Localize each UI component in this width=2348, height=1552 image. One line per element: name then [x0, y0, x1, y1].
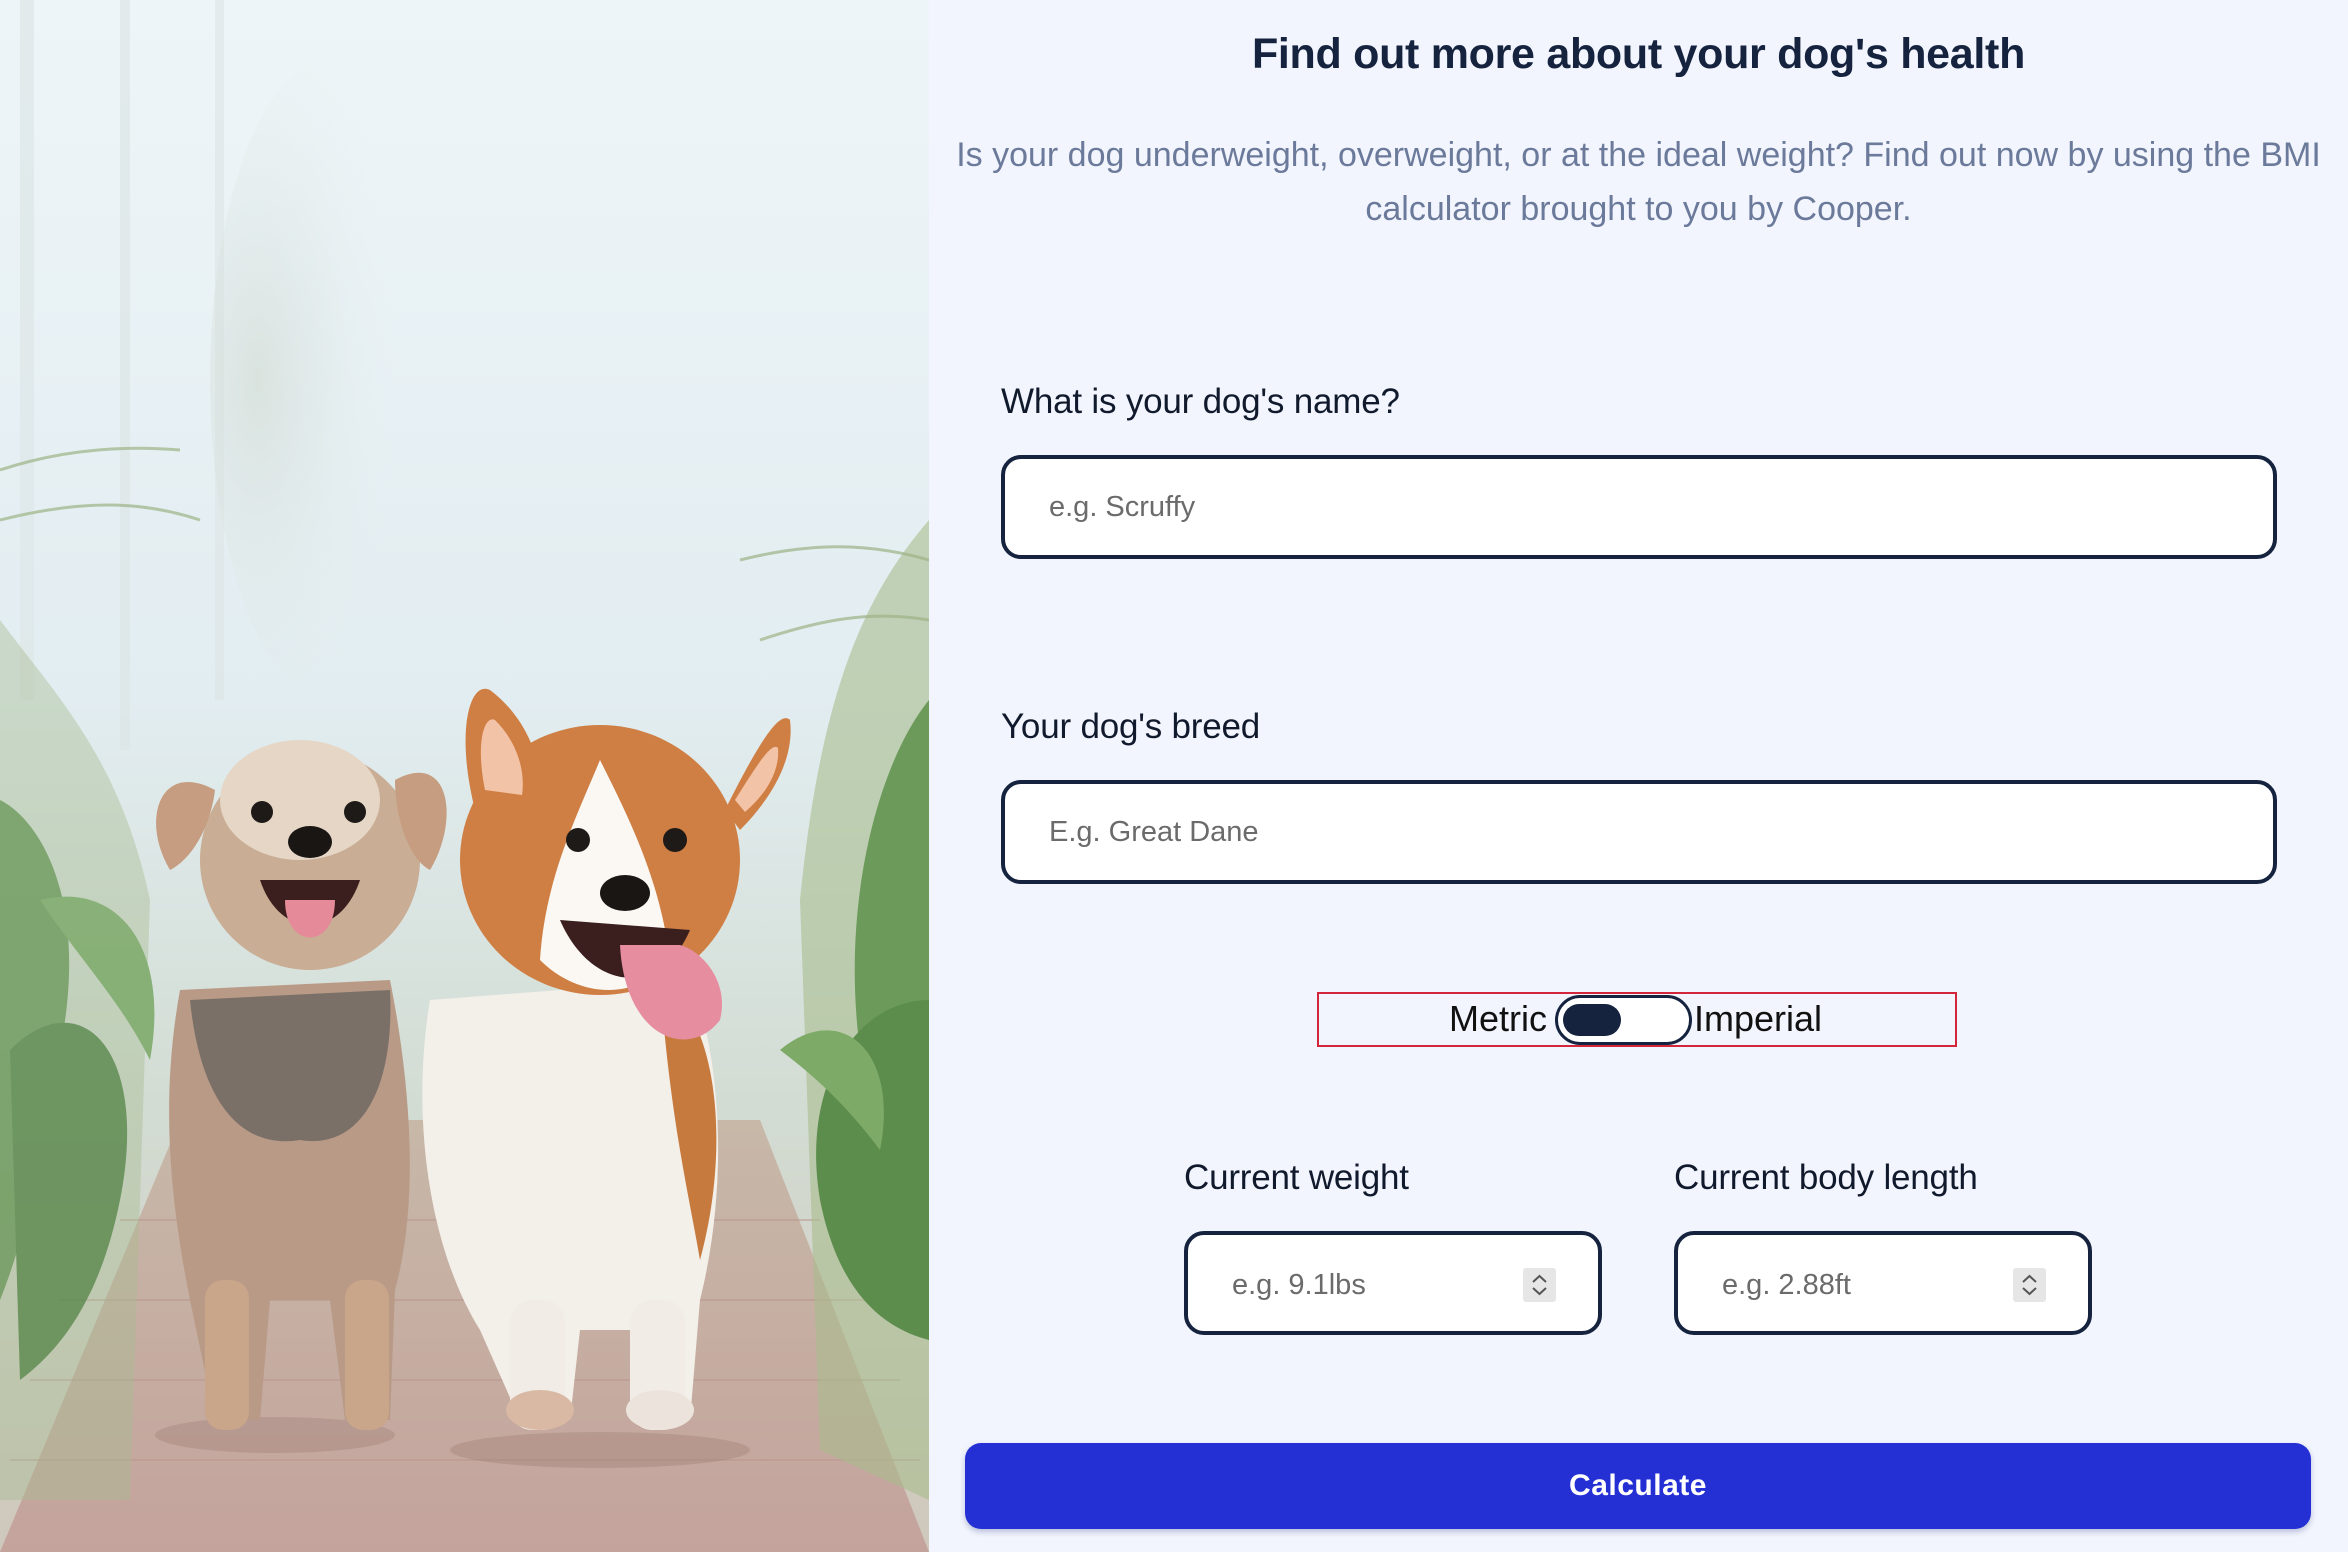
- imperial-label[interactable]: Imperial: [1694, 998, 1822, 1040]
- hero-image: [0, 0, 929, 1552]
- bmi-form-panel: Find out more about your dog's health Is…: [929, 0, 2348, 1552]
- current-length-label: Current body length: [1674, 1158, 1978, 1197]
- length-stepper[interactable]: [2013, 1268, 2046, 1302]
- stepper-arrows-icon: [2022, 1274, 2037, 1296]
- dog-name-input[interactable]: [1001, 455, 2277, 559]
- dog-breed-input[interactable]: [1001, 780, 2277, 884]
- unit-switch[interactable]: [1555, 995, 1692, 1045]
- calculate-button[interactable]: Calculate: [965, 1443, 2311, 1529]
- current-weight-label: Current weight: [1184, 1158, 1409, 1197]
- page-title: Find out more about your dog's health: [1251, 30, 2026, 78]
- current-length-input[interactable]: e.g. 2.88ft: [1674, 1231, 2092, 1335]
- dog-breed-label: Your dog's breed: [1001, 707, 1261, 746]
- current-weight-input[interactable]: e.g. 9.1lbs: [1184, 1231, 1602, 1335]
- weight-stepper[interactable]: [1523, 1268, 1556, 1302]
- switch-knob: [1563, 1004, 1621, 1036]
- stepper-arrows-icon: [1532, 1274, 1547, 1296]
- dogs-photo-icon: [0, 0, 929, 1552]
- page-subtitle: Is your dog underweight, overweight, or …: [956, 136, 2321, 228]
- length-placeholder: e.g. 2.88ft: [1722, 1269, 1851, 1301]
- metric-label[interactable]: Metric: [1449, 998, 1547, 1040]
- weight-placeholder: e.g. 9.1lbs: [1232, 1269, 1366, 1301]
- dog-name-label: What is your dog's name?: [1001, 382, 1400, 421]
